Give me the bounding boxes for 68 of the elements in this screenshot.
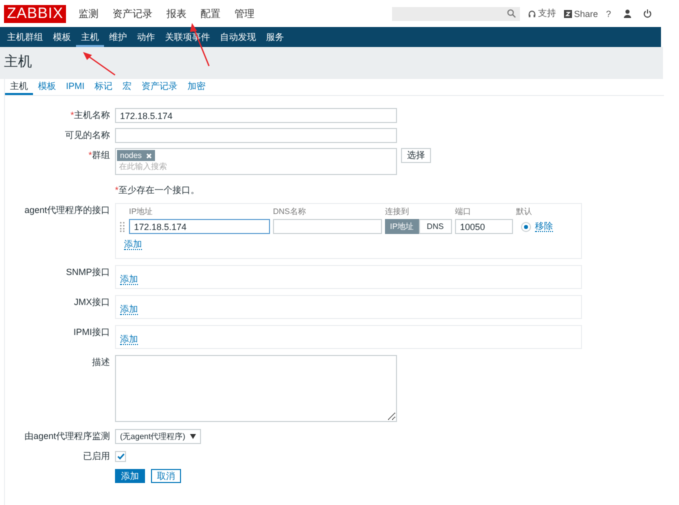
nav-item[interactable]: 模板 [48,27,76,47]
add-link[interactable]: 添加 [120,334,138,345]
nav-item[interactable]: 服务 [261,27,289,47]
field-label: JMX接口 [73,296,111,309]
ip-address-field[interactable]: 172.18.5.174 [129,219,270,234]
tab[interactable]: 模板 [33,79,61,95]
cancel-button[interactable]: 取消 [151,469,181,483]
arrow-drawing [83,52,116,76]
zabbix-logo[interactable]: ZABBIX [4,4,66,22]
search-icon[interactable] [506,9,516,18]
tab[interactable]: 宏 [118,79,137,95]
select-button[interactable]: 选择 [401,148,431,163]
user-icon[interactable] [623,9,632,18]
description-field[interactable] [115,355,397,422]
field-label: 描述 [91,356,111,369]
field-label: 已启用 [82,450,111,463]
nav-item[interactable]: 维护 [104,27,132,47]
page-title: 主机 [4,52,32,71]
default-radio[interactable] [522,222,530,230]
nav-item[interactable]: 动作 [132,27,160,47]
column-header: 端口 [455,206,472,217]
add-link[interactable]: 添加 [120,304,138,315]
add-link[interactable]: 添加 [124,239,142,250]
interface-note: *至少存在一个接口。 [115,184,200,196]
power-icon[interactable] [643,9,652,18]
search-field[interactable] [392,6,520,20]
host-name-field[interactable]: 172.18.5.174 [115,108,397,123]
tab[interactable]: IPMI [61,79,90,95]
help-link[interactable]: ? [606,8,611,18]
proxy-dropdown[interactable]: (无agent代理程序) [115,429,202,444]
tab[interactable]: 主机 [5,79,33,95]
tab[interactable]: 标记 [90,79,118,95]
field-label: SNMP接口 [64,266,111,279]
add-link[interactable]: 添加 [120,274,138,285]
column-header: 默认 [516,206,533,217]
share-link[interactable]: Share [564,8,598,18]
group-tag: nodes [117,150,155,161]
connect-option[interactable]: DNS [418,219,452,234]
field-label: agent代理程序的接口 [23,204,111,217]
field-label: *主机名称 [69,109,111,122]
menu-item[interactable]: 资产记录 [112,6,152,20]
enabled-checkbox[interactable] [115,451,126,462]
z-logo-icon [564,10,572,18]
menu-item[interactable]: 报表 [166,6,186,20]
nav-item[interactable]: 自动发现 [215,27,261,47]
field-label: 由agent代理程序监测 [23,430,111,443]
port-field[interactable]: 10050 [455,219,513,234]
headset-icon [528,10,536,18]
column-header: IP地址 [129,206,154,217]
column-header: DNS名称 [273,206,307,217]
field-label: *群组 [87,149,111,162]
add-button[interactable]: 添加 [115,469,145,483]
nav-item[interactable]: 主机群组 [2,27,48,47]
support-link[interactable]: 支持 [528,7,556,20]
drag-handle-icon[interactable] [120,222,125,232]
tab[interactable]: 加密 [182,79,211,95]
menu-item[interactable]: 监测 [78,6,98,20]
field-label: IPMI接口 [72,326,111,339]
caret-icon [190,434,196,439]
column-header: 连接到 [385,206,410,217]
dns-name-field[interactable] [273,219,382,234]
tab[interactable]: 资产记录 [136,79,183,95]
remove-link[interactable]: 移除 [535,221,553,232]
menu-item[interactable]: 配置 [200,6,220,20]
menu-item[interactable]: 管理 [234,6,254,20]
close-icon[interactable] [146,152,152,158]
visible-name-field[interactable] [115,128,397,143]
field-label: 可见的名称 [64,129,111,142]
